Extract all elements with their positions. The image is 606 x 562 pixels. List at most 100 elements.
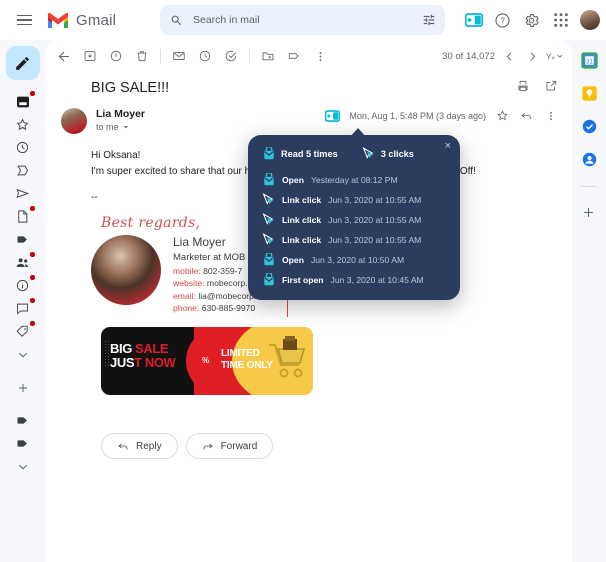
search-icon — [171, 15, 182, 25]
sidebar-item-inbox[interactable] — [8, 90, 38, 113]
message-header: Lia Moyer to me Mon, Aug 1, 5:48 PM (3 d… — [45, 98, 572, 134]
signature-phone-label: phone: — [173, 303, 200, 313]
event-time: Jun 3, 2020 at 10:55 AM — [328, 214, 422, 225]
event-label: Link click — [282, 194, 322, 205]
mark-unread-icon[interactable] — [166, 43, 192, 69]
sidebar-item-info[interactable] — [8, 274, 38, 297]
forward-button[interactable]: Forward — [185, 433, 274, 459]
signature-mobile-value: 802-359-7 — [203, 265, 243, 276]
toolbar-divider — [249, 48, 250, 64]
add-task-icon[interactable] — [218, 43, 244, 69]
signature-mobile-label: mobile: — [173, 265, 201, 276]
sidebar-item-drafts[interactable] — [8, 205, 38, 228]
toolbar-divider — [160, 48, 161, 64]
open-envelope-icon — [262, 273, 275, 286]
report-spam-icon[interactable] — [103, 43, 129, 69]
pagination-text: 30 of 14,072 — [442, 50, 495, 62]
cursor-click-icon — [262, 213, 275, 226]
contacts-icon[interactable] — [581, 151, 598, 168]
delete-icon[interactable] — [129, 43, 155, 69]
settings-icon[interactable] — [522, 11, 541, 30]
banner-headline: BIG SALE JUST NOW — [110, 342, 176, 370]
sender-name[interactable]: Lia Moyer — [96, 108, 145, 120]
svg-text:31: 31 — [585, 58, 593, 65]
apps-grid-icon[interactable] — [551, 11, 570, 30]
sidebar-item-more[interactable] — [8, 343, 38, 366]
reads-summary-label: Read 5 times — [281, 148, 338, 159]
tracking-toggle-icon[interactable] — [464, 11, 483, 30]
sidebar-item-important[interactable] — [8, 159, 38, 182]
gmail-wordmark: Gmail — [76, 11, 117, 29]
more-options-icon[interactable] — [307, 43, 333, 69]
sidebar-item-starred[interactable] — [8, 113, 38, 136]
tracking-popup: × Read 5 times 3 clicks Open Yesterday a… — [248, 128, 460, 300]
label-icon[interactable] — [281, 43, 307, 69]
banner-line2-a: JUS — [110, 355, 135, 370]
archive-icon[interactable] — [77, 43, 103, 69]
tracking-event-row: Open Yesterday at 08:12 PM — [262, 173, 446, 186]
badge-dot — [30, 275, 35, 280]
event-label: Open — [282, 174, 304, 185]
tracking-event-row: Link click Jun 3, 2020 at 10:55 AM — [262, 213, 446, 226]
discount-badge: % — [197, 352, 214, 369]
badge-dot — [30, 298, 35, 303]
page-title: BIG SALE!!! — [91, 80, 170, 96]
move-to-icon[interactable] — [255, 43, 281, 69]
chevron-left-icon[interactable] — [500, 47, 518, 65]
promo-banner-image[interactable]: BIG SALE JUST NOW % LIMITED TIME ONLY — [101, 327, 313, 395]
open-in-new-icon[interactable] — [544, 79, 558, 98]
search-bar[interactable]: Search in mail — [160, 5, 445, 35]
gmail-logo[interactable]: Gmail — [46, 11, 116, 29]
badge-dot — [30, 252, 35, 257]
input-tools-icon[interactable]: Yн — [546, 47, 564, 65]
snooze-icon[interactable] — [192, 43, 218, 69]
close-icon[interactable]: × — [445, 141, 451, 152]
sidebar-item-label-b[interactable] — [8, 432, 38, 455]
sidebar-item-label-a[interactable] — [8, 409, 38, 432]
hamburger-icon[interactable] — [10, 6, 38, 34]
banner-right-line1: LIMITED — [221, 348, 260, 359]
keep-bulb-icon[interactable] — [581, 85, 598, 102]
signature-email-label: email: — [173, 290, 196, 301]
sender-avatar[interactable] — [61, 108, 87, 134]
back-arrow-icon[interactable] — [51, 43, 77, 69]
tasks-check-icon[interactable] — [581, 118, 598, 135]
forward-label: Forward — [220, 440, 258, 452]
add-addon-icon[interactable] — [581, 205, 598, 222]
sidebar-item-label-dark[interactable] — [8, 228, 38, 251]
signature-website-label: website: — [173, 278, 205, 288]
gmail-app: Gmail Search in mail ? 31 30 of 14,072 Y… — [0, 0, 606, 562]
tracking-event-row: Link click Jun 3, 2020 at 10:55 AM — [262, 193, 446, 206]
sidebar-item-sent[interactable] — [8, 182, 38, 205]
event-time: Yesterday at 08:12 PM — [310, 174, 398, 185]
event-time: Jun 3, 2020 at 10:50 AM — [310, 254, 405, 265]
sidebar-item-chats[interactable] — [8, 297, 38, 320]
top-header: Gmail Search in mail ? — [0, 0, 606, 40]
search-input[interactable]: Search in mail — [193, 14, 260, 26]
sidebar-item-groups[interactable] — [8, 251, 38, 274]
badge-dot — [30, 91, 35, 96]
sidebar-item-new-label[interactable] — [8, 376, 38, 399]
sidebar-item-snoozed[interactable] — [8, 136, 38, 159]
star-icon[interactable] — [495, 108, 510, 123]
tracking-event-row: Open Jun 3, 2020 at 10:50 AM — [262, 253, 446, 266]
shopping-cart-icon — [269, 336, 305, 378]
svg-text:н: н — [552, 55, 555, 61]
tune-icon[interactable] — [422, 13, 436, 32]
sidebar-item-expand[interactable] — [8, 455, 38, 478]
compose-button[interactable] — [5, 46, 40, 80]
chevron-right-icon[interactable] — [523, 47, 541, 65]
reply-button[interactable]: Reply — [101, 433, 178, 459]
help-icon[interactable]: ? — [493, 11, 512, 30]
more-vert-icon[interactable] — [543, 108, 558, 123]
print-icon[interactable] — [516, 79, 530, 98]
reply-arrow-icon[interactable] — [519, 108, 534, 123]
reply-arrow-icon — [118, 443, 128, 450]
recipient-row[interactable]: to me — [96, 122, 145, 132]
signature-photo — [91, 235, 161, 305]
calendar-icon[interactable]: 31 — [580, 52, 598, 69]
account-avatar[interactable] — [580, 10, 600, 30]
event-label: First open — [282, 274, 324, 285]
sidebar-item-tags[interactable] — [8, 320, 38, 343]
tracking-badge-icon[interactable] — [325, 109, 341, 122]
